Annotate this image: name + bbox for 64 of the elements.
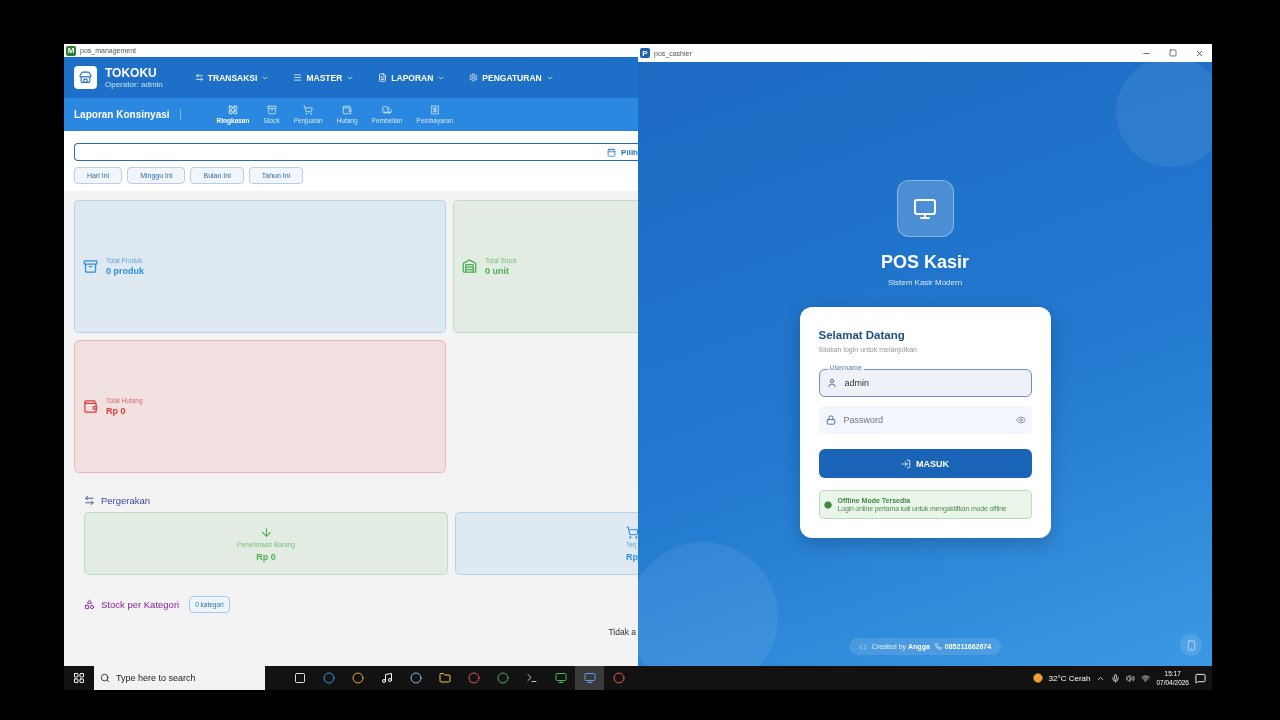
section-title: Stock per Kategori xyxy=(101,599,180,610)
archive-icon xyxy=(266,105,277,115)
speaker-icon[interactable] xyxy=(1126,673,1136,683)
login-icon xyxy=(901,458,911,469)
section-title: Pergerakan xyxy=(101,495,151,506)
menu-button[interactable]: MASTER xyxy=(291,70,357,85)
settings-icon xyxy=(469,73,479,82)
weather-icon xyxy=(1032,673,1043,683)
password-input[interactable]: Password xyxy=(843,415,984,425)
taskbar-search-field[interactable]: Type here to search xyxy=(94,666,265,690)
username-input[interactable]: admin xyxy=(844,378,985,388)
search-icon xyxy=(100,673,110,683)
stat-value: 0 produk xyxy=(106,266,144,276)
calendar-icon xyxy=(607,147,617,157)
date-range-field[interactable]: Pilih xyxy=(74,143,638,161)
maximize-icon[interactable] xyxy=(1169,48,1177,57)
monitor-icon[interactable] xyxy=(575,666,604,690)
stat-value: Rp 0 xyxy=(106,406,127,416)
phone-icon xyxy=(934,643,942,650)
lock-icon xyxy=(825,415,836,425)
arrow-down-icon xyxy=(259,525,273,539)
menu-button[interactable]: PENGATURAN xyxy=(467,70,556,85)
login-button[interactable]: MASUK xyxy=(818,449,1032,478)
movement-value: Rp 0 xyxy=(256,551,276,562)
truck-icon xyxy=(381,105,392,115)
date-picker-button[interactable]: Pilih xyxy=(607,147,638,157)
app-badge: M xyxy=(66,45,76,56)
stat-value: 0 unit xyxy=(485,266,510,276)
empty-message: Tidak a xyxy=(607,626,637,637)
eye-icon[interactable] xyxy=(1015,415,1026,425)
password-field[interactable]: Password xyxy=(818,406,1032,434)
network-icon[interactable] xyxy=(1141,673,1151,683)
shapes-icon xyxy=(84,599,95,610)
warehouse-icon xyxy=(462,259,477,274)
wallet-icon xyxy=(83,399,98,414)
app-badge: P xyxy=(640,48,650,58)
app-tagline: Sistem Kasir Modern xyxy=(887,278,963,287)
weather-text: 32°C Cerah xyxy=(1048,673,1091,683)
menu-button[interactable]: TRANSAKSI xyxy=(192,70,272,85)
swap-icon xyxy=(84,495,95,506)
wallet-icon xyxy=(342,105,353,115)
menu-icon xyxy=(293,73,303,82)
notification-icon[interactable] xyxy=(1195,672,1206,684)
close-icon[interactable] xyxy=(1195,48,1204,58)
app-name: POS Kasir xyxy=(880,252,969,273)
swap-icon xyxy=(194,73,204,82)
smartphone-icon xyxy=(1185,639,1197,651)
login-heading: Selamat Datang xyxy=(818,329,906,341)
status-icon xyxy=(823,500,832,509)
page-title: Laporan Konsinyasi xyxy=(74,109,181,120)
archive-icon xyxy=(83,259,98,274)
user-icon xyxy=(826,378,837,388)
document-icon xyxy=(378,73,388,82)
operator-label: Operator: admin xyxy=(105,80,163,89)
movement-value: Rp xyxy=(626,551,638,562)
cart-icon xyxy=(303,105,314,115)
menu-button[interactable]: LAPORAN xyxy=(376,70,448,85)
microphone-icon[interactable] xyxy=(1111,673,1121,683)
code-icon xyxy=(858,642,867,651)
receipt-icon xyxy=(429,105,440,115)
grid-icon xyxy=(228,105,238,115)
brand-name: TOKOKU xyxy=(105,66,158,80)
store-icon xyxy=(74,66,97,89)
cart-icon xyxy=(626,525,638,539)
